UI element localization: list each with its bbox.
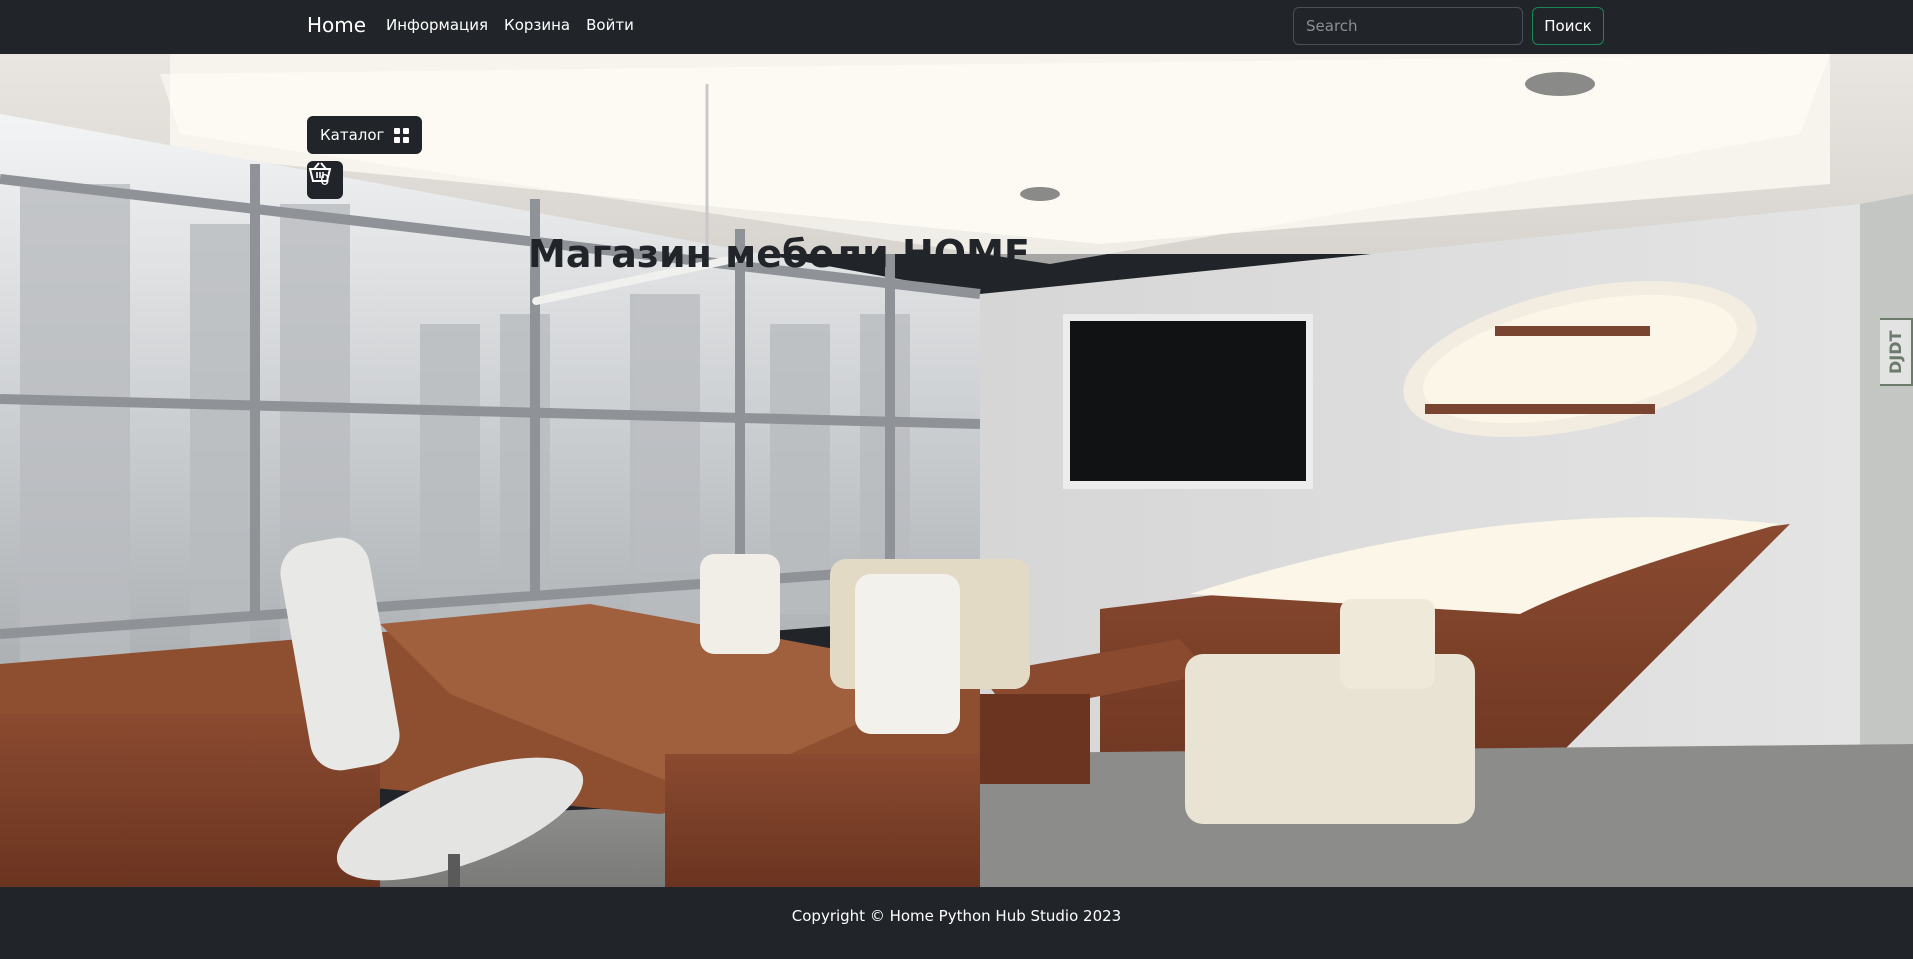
catalog-button[interactable]: Каталог [307,116,423,154]
footer: Copyright © Home Python Hub Studio 2023 [0,887,1913,959]
nav-links: Информация Корзина Войти [386,16,634,34]
catalog-button-label: Каталог [320,126,385,144]
page-title: Магазин мебели HOME [528,232,1030,276]
nav-link-cart[interactable]: Корзина [504,16,570,34]
nav-link-login[interactable]: Войти [586,16,634,34]
copyright-text: Copyright © Home Python Hub Studio 2023 [791,907,1122,925]
debug-toolbar-handle[interactable]: DJDT [1880,318,1913,386]
cart-button[interactable]: 0 [307,161,343,199]
brand-link[interactable]: Home [307,13,366,37]
hero-background-image [0,54,1913,887]
grid-icon [394,127,410,143]
nav-link-info[interactable]: Информация [386,16,488,34]
navbar: Home Информация Корзина Войти Поиск [0,0,1913,54]
search-input[interactable] [1293,7,1523,45]
search-button[interactable]: Поиск [1532,7,1604,45]
basket-icon [308,162,332,182]
hero-banner: Каталог 0 Магазин мебели HOME DJDT [0,54,1913,887]
